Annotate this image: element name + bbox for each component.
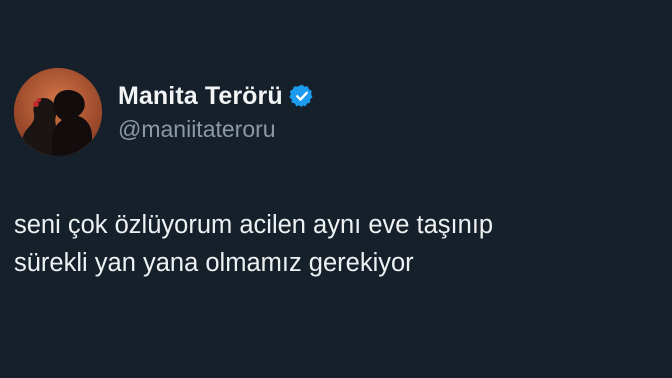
tweet-text: seni çok özlüyorum acilen aynı eve taşın… (14, 206, 654, 282)
author-name-row: Manita Terörü (118, 80, 315, 112)
tweet-card: Manita Terörü @maniitateroru seni çok öz… (0, 0, 672, 378)
tweet-text-line: sürekli yan yana olmamız gerekiyor (14, 249, 414, 277)
verified-badge-icon (289, 83, 315, 109)
avatar-silhouette-icon (14, 68, 102, 156)
avatar[interactable] (14, 68, 102, 156)
author-handle[interactable]: @maniitateroru (118, 116, 276, 143)
tweet-text-line: seni çok özlüyorum acilen aynı eve taşın… (14, 211, 494, 239)
author-display-name[interactable]: Manita Terörü (118, 82, 283, 111)
